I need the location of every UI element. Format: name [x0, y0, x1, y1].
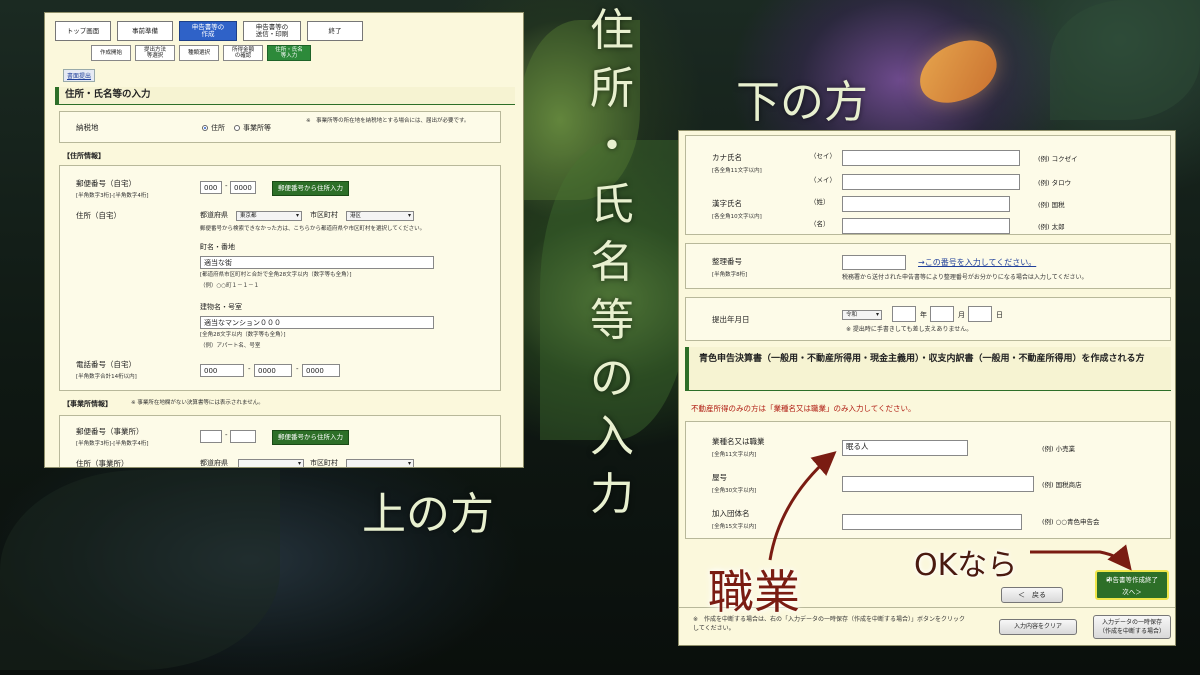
vertical-char: 名 — [590, 237, 634, 288]
label-top-part: 上の方 — [362, 489, 494, 540]
vertical-title: 住 所 ・ 氏 名 等 の 入 力 — [582, 2, 642, 524]
vertical-char: 等 — [590, 295, 634, 346]
label-bottom-part: 下の方 — [736, 77, 868, 128]
label-job: 職業 — [708, 565, 800, 619]
label-ok: OKなら — [914, 548, 1018, 583]
vertical-char: 氏 — [590, 179, 634, 230]
vertical-char: 住 — [590, 5, 634, 56]
vertical-char: 力 — [590, 469, 634, 520]
ok-arrow — [1030, 544, 1132, 571]
job-arrow — [768, 451, 837, 561]
vertical-char: 所 — [590, 63, 634, 114]
vertical-char: 入 — [590, 411, 634, 462]
vertical-char: の — [590, 353, 634, 404]
vertical-char: ・ — [590, 121, 634, 172]
